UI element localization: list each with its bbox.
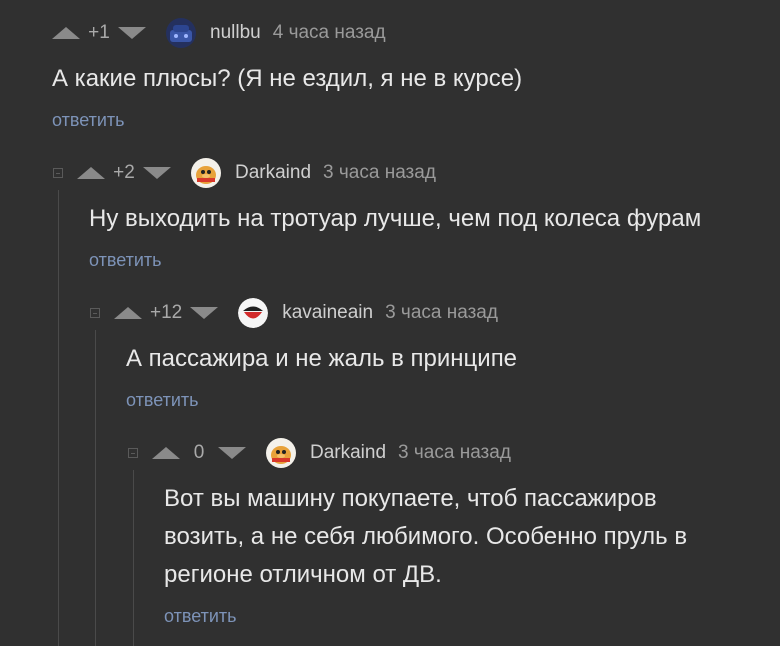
downvote-arrow-icon[interactable] <box>190 307 219 319</box>
username[interactable]: kavaineain <box>282 302 373 324</box>
comment: 0 Darkaind 3 часа назад Вот вы машину по… <box>128 438 768 638</box>
downvote-arrow-icon[interactable] <box>118 27 146 39</box>
username[interactable]: Darkaind <box>310 442 386 464</box>
reply-link[interactable]: ответить <box>52 110 125 131</box>
avatar-mouth-icon[interactable] <box>238 298 269 328</box>
comment-rating: +2 <box>113 162 135 183</box>
upvote-arrow-icon[interactable] <box>152 447 180 459</box>
downvote-arrow-icon[interactable] <box>218 447 246 459</box>
comment-header: +1 nullbu 4 часа назад <box>52 18 386 48</box>
comment-text-line: Вот вы машину покупаете, чтоб пассажиров <box>164 485 657 512</box>
comment-text: Вот вы машину покупаете, чтоб пассажиров… <box>164 480 687 594</box>
comment-time: 3 часа назад <box>323 162 436 183</box>
comment-rating: 0 <box>193 442 205 463</box>
comment-text-line: регионе отличном от ДВ. <box>164 561 442 588</box>
username[interactable]: nullbu <box>210 22 261 44</box>
comment-rating: +1 <box>88 22 110 43</box>
comment-time: 3 часа назад <box>385 302 498 323</box>
reply-link[interactable]: ответить <box>164 606 237 627</box>
comment-time: 4 часа назад <box>272 22 386 43</box>
comment: +1 nullbu 4 часа назад А какие плюсы? (Я… <box>52 18 772 138</box>
upvote-arrow-icon[interactable] <box>52 27 80 39</box>
downvote-arrow-icon[interactable] <box>143 167 171 179</box>
collapse-thread-button[interactable] <box>53 168 63 178</box>
collapse-thread-button[interactable] <box>90 308 100 318</box>
collapse-thread-button[interactable] <box>128 448 138 458</box>
comment-header: 0 Darkaind 3 часа назад <box>128 438 511 468</box>
comment: +2 Darkaind 3 часа назад Ну выходить на … <box>53 158 773 278</box>
username[interactable]: Darkaind <box>235 162 311 184</box>
reply-link[interactable]: ответить <box>89 250 162 271</box>
avatar-duck-icon[interactable] <box>191 158 221 188</box>
avatar-duck-icon[interactable] <box>266 438 296 468</box>
comment-text: Ну выходить на тротуар лучше, чем под ко… <box>89 200 701 238</box>
avatar-blue-icon[interactable] <box>166 18 196 48</box>
comment-time: 3 часа назад <box>398 442 511 463</box>
comment-header: +12 kavaineain 3 часа назад <box>90 298 498 328</box>
comment-header: +2 Darkaind 3 часа назад <box>53 158 436 188</box>
comment-text-line: Ну выходить на тротуар лучше, чем под ко… <box>89 205 702 232</box>
comment-text: А какие плюсы? (Я не ездил, я не в курсе… <box>52 60 522 98</box>
comment-text-line: А пассажира и не жаль в принципе <box>126 345 518 372</box>
comment-text-line: А какие плюсы? (Я не ездил, я не в курсе… <box>52 65 523 92</box>
comment-rating: +12 <box>150 302 183 323</box>
comment-text: А пассажира и не жаль в принципе <box>126 340 517 378</box>
reply-link[interactable]: ответить <box>126 390 199 411</box>
comment-text-line: возить, а не себя любимого. Особенно пру… <box>164 523 688 550</box>
upvote-arrow-icon[interactable] <box>77 167 105 179</box>
comment: +12 kavaineain 3 часа назад А пассажира … <box>90 298 770 418</box>
upvote-arrow-icon[interactable] <box>114 307 142 319</box>
